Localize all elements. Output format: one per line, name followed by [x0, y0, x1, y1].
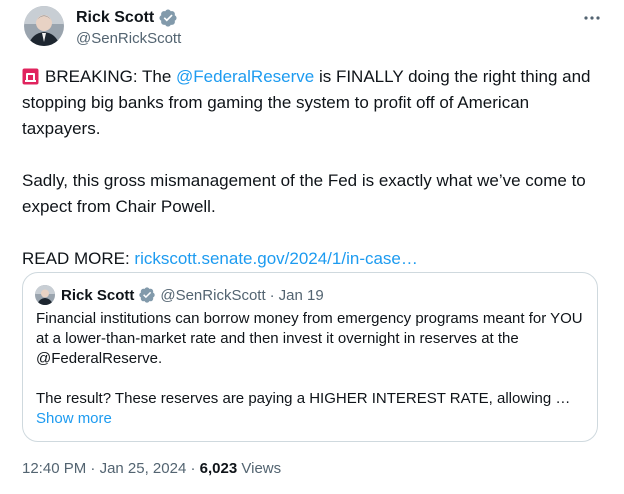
- tweet-date[interactable]: Jan 25, 2024: [100, 460, 187, 477]
- tweet-paragraph-3: READ MORE: rickscott.senate.gov/2024/1/i…: [22, 246, 612, 272]
- meta-separator: ·: [90, 460, 96, 477]
- tweet-metadata: 12:40 PM · Jan 25, 2024 · 6,023 Views: [22, 460, 281, 477]
- author-name-row[interactable]: Rick Scott: [76, 8, 178, 28]
- tweet-time[interactable]: 12:40 PM: [22, 460, 86, 477]
- meta-separator-2: ·: [190, 460, 196, 477]
- quoted-paragraph-1: Financial institutions can borrow money …: [36, 310, 583, 367]
- quoted-date[interactable]: Jan 19: [279, 287, 324, 304]
- tweet-paragraph-2: Sadly, this gross mismanagement of the F…: [22, 171, 586, 216]
- tweet: Rick Scott @SenRickScott BREAKING: The @…: [0, 0, 624, 494]
- siren-emoji-icon: [22, 67, 39, 85]
- quoted-tweet-text: Financial institutions can borrow money …: [36, 309, 588, 429]
- show-more-link[interactable]: Show more: [36, 409, 112, 429]
- quoted-author-name[interactable]: Rick Scott: [61, 287, 134, 304]
- avatar[interactable]: [24, 6, 64, 46]
- tweet-text: BREAKING: The @FederalReserve is FINALLY…: [22, 64, 612, 272]
- quoted-avatar[interactable]: [35, 285, 55, 305]
- read-more-label: READ MORE:: [22, 249, 135, 268]
- quoted-verified-badge-icon: [138, 286, 156, 304]
- author-handle[interactable]: @SenRickScott: [76, 30, 181, 47]
- tweet-p1-prefix: BREAKING: The: [45, 67, 177, 86]
- quoted-author-handle: @SenRickScott: [160, 286, 266, 304]
- verified-badge-icon: [158, 8, 178, 28]
- quoted-separator: ·: [269, 286, 275, 304]
- quoted-paragraph-2: The result? These reserves are paying a …: [36, 390, 571, 407]
- article-link[interactable]: rickscott.senate.gov/2024/1/in-case…: [134, 249, 417, 268]
- more-options-icon[interactable]: [582, 8, 602, 28]
- tweet-paragraph-1: BREAKING: The @FederalReserve is FINALLY…: [22, 64, 612, 142]
- views-count: 6,023: [199, 460, 238, 477]
- quoted-tweet-header: Rick Scott @SenRickScott · Jan 19: [35, 285, 324, 305]
- quoted-tweet[interactable]: Rick Scott @SenRickScott · Jan 19 Financ…: [22, 272, 598, 442]
- author-name[interactable]: Rick Scott: [76, 9, 154, 27]
- views-label: Views: [241, 460, 282, 477]
- federal-reserve-mention-link[interactable]: @FederalReserve: [176, 67, 314, 86]
